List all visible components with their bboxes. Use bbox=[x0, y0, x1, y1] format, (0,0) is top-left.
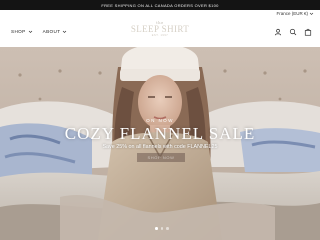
chevron-down-icon bbox=[63, 30, 67, 33]
chevron-down-icon bbox=[28, 30, 32, 33]
nav-item-label: SHOP bbox=[11, 29, 26, 34]
hero-banner[interactable]: ON NOW COZY FLANNEL SALE Save 25% on all… bbox=[0, 47, 320, 240]
carousel-dot[interactable] bbox=[166, 227, 169, 230]
search-icon[interactable] bbox=[289, 28, 297, 36]
site-header: SHOP ABOUT the SLEEP SHIRT EST. 1997 bbox=[0, 19, 320, 47]
brand-logo[interactable]: the SLEEP SHIRT EST. 1997 bbox=[130, 19, 190, 37]
nav-item-label: ABOUT bbox=[42, 29, 61, 34]
header-actions bbox=[274, 28, 312, 36]
user-icon[interactable] bbox=[274, 28, 282, 36]
logo-tagline: EST. 1997 bbox=[151, 34, 169, 37]
currency-selector[interactable]: France (EUR €) bbox=[276, 11, 314, 16]
hero-subline: Save 25% on all flannels with code FLANN… bbox=[102, 144, 218, 150]
chevron-down-icon bbox=[309, 12, 314, 15]
shop-now-button[interactable]: SHOP NOW bbox=[137, 153, 185, 162]
carousel-dot[interactable] bbox=[160, 227, 163, 230]
hero-headline: COZY FLANNEL SALE bbox=[64, 124, 256, 143]
bag-icon[interactable] bbox=[304, 28, 312, 36]
carousel-dots bbox=[155, 227, 169, 230]
nav-item-about[interactable]: ABOUT bbox=[43, 29, 68, 34]
announcement-text: FREE SHIPPING ON ALL CANADA ORDERS OVER … bbox=[101, 2, 219, 8]
main-nav: SHOP ABOUT bbox=[11, 29, 67, 34]
logo-name: SLEEP SHIRT bbox=[130, 24, 190, 34]
announcement-bar: FREE SHIPPING ON ALL CANADA ORDERS OVER … bbox=[0, 0, 320, 10]
currency-label: France (EUR €) bbox=[276, 11, 308, 16]
hero-eyebrow: ON NOW bbox=[146, 118, 174, 123]
carousel-dot[interactable] bbox=[155, 227, 158, 230]
nav-item-shop[interactable]: SHOP bbox=[11, 29, 33, 34]
